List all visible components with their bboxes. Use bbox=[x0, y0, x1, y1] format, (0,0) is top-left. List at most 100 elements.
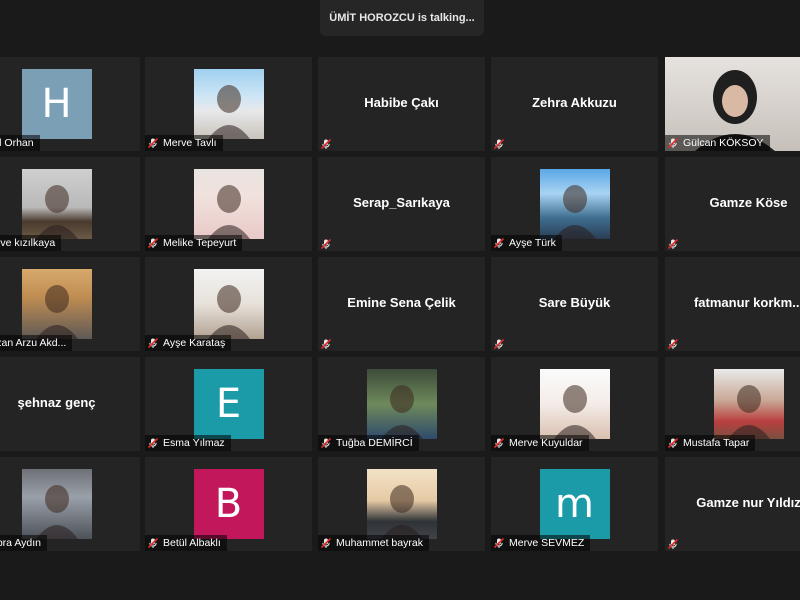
participant-name-bar: Gülcan KÖKSOY bbox=[665, 135, 770, 151]
mic-muted-icon bbox=[147, 137, 159, 149]
profile-photo bbox=[21, 269, 92, 339]
mic-muted-icon bbox=[493, 137, 505, 150]
participant-tile[interactable]: fatmanur korkm... bbox=[665, 257, 800, 351]
participant-tile[interactable]: şehnaz genç bbox=[0, 357, 140, 451]
participant-tile[interactable]: Muhammet bayrak bbox=[318, 457, 485, 551]
speaker-banner: ÜMİT HOROZCU is talking... bbox=[320, 0, 484, 36]
profile-photo bbox=[193, 269, 264, 339]
mic-muted-icon bbox=[493, 437, 505, 449]
mic-muted-icon bbox=[320, 537, 332, 549]
participant-tile[interactable]: Merve Kuyuldar bbox=[491, 357, 658, 451]
participant-tile[interactable]: Habibe Çakı bbox=[318, 57, 485, 151]
participant-tile[interactable]: Emine Sena Çelik bbox=[318, 257, 485, 351]
participant-name: Gamze nur Yıldız bbox=[696, 495, 800, 510]
participant-tile[interactable]: übra Aydın bbox=[0, 457, 140, 551]
participant-name: Sare Büyük bbox=[538, 295, 611, 310]
profile-photo bbox=[539, 369, 610, 439]
participant-name: Betül Albaklı bbox=[163, 537, 221, 549]
participant-name-bar: erve kızılkaya bbox=[0, 235, 62, 251]
participant-name-bar: übra Aydın bbox=[0, 535, 48, 551]
participant-tile[interactable]: Sare Büyük bbox=[491, 257, 658, 351]
participant-tile[interactable]: Gamze Köse bbox=[665, 157, 800, 251]
participant-tile[interactable]: Gülcan KÖKSOY bbox=[665, 57, 800, 151]
mic-muted-icon bbox=[147, 537, 159, 549]
participant-name: übra Aydın bbox=[0, 537, 42, 549]
profile-photo bbox=[366, 469, 437, 539]
participant-name: yzan Arzu Akd... bbox=[0, 337, 67, 349]
participant-tile[interactable]: E Esma Yılmaz bbox=[145, 357, 312, 451]
mic-muted-icon bbox=[667, 437, 679, 449]
profile-photo bbox=[193, 169, 264, 239]
avatar-letter: m bbox=[539, 469, 610, 539]
participant-tile[interactable]: Zehra Akkuzu bbox=[491, 57, 658, 151]
participant-name-bar: Esma Yılmaz bbox=[145, 435, 231, 451]
avatar-letter: B bbox=[193, 469, 264, 539]
participant-name-bar: yzan Arzu Akd... bbox=[0, 335, 73, 351]
participant-tile[interactable]: B Betül Albaklı bbox=[145, 457, 312, 551]
mic-muted-icon bbox=[320, 337, 332, 350]
participant-name: Zehra Akkuzu bbox=[532, 95, 617, 110]
mic-muted-icon bbox=[320, 437, 332, 449]
participant-tile[interactable]: erve kızılkaya bbox=[0, 157, 140, 251]
participant-name-bar: Ayşe Türk bbox=[491, 235, 562, 251]
participant-tile[interactable]: Ayşe Karataş bbox=[145, 257, 312, 351]
mic-muted-icon bbox=[147, 337, 159, 349]
avatar-letter: H bbox=[21, 69, 92, 139]
participant-name: Serap_Sarıkaya bbox=[353, 195, 450, 210]
participant-name-bar: Tuğba DEMİRCİ bbox=[318, 435, 419, 451]
participant-name-bar: Mustafa Tapar bbox=[665, 435, 756, 451]
participant-name: Tuğba DEMİRCİ bbox=[336, 437, 413, 449]
participant-tile[interactable]: Hlal Orhan bbox=[0, 57, 140, 151]
participant-name-bar: Ayşe Karataş bbox=[145, 335, 232, 351]
participant-name-bar: lal Orhan bbox=[0, 135, 40, 151]
profile-photo bbox=[366, 369, 437, 439]
mic-muted-icon bbox=[493, 537, 505, 549]
mic-muted-icon bbox=[667, 237, 679, 250]
participant-name: Ayşe Türk bbox=[509, 237, 556, 249]
mic-muted-icon bbox=[667, 537, 679, 550]
participant-name: Gamze Köse bbox=[709, 195, 788, 210]
participant-name-bar: Merve SEVMEZ bbox=[491, 535, 591, 551]
participant-name-bar: Muhammet bayrak bbox=[318, 535, 429, 551]
mic-muted-icon bbox=[320, 237, 332, 250]
participant-name-bar: Merve Kuyuldar bbox=[491, 435, 589, 451]
participant-name: lal Orhan bbox=[0, 137, 34, 149]
profile-photo bbox=[539, 169, 610, 239]
participant-name: Mustafa Tapar bbox=[683, 437, 750, 449]
mic-muted-icon bbox=[667, 337, 679, 350]
participant-tile[interactable]: Gamze nur Yıldız bbox=[665, 457, 800, 551]
participant-tile[interactable]: m Merve SEVMEZ bbox=[491, 457, 658, 551]
participant-name: Ayşe Karataş bbox=[163, 337, 226, 349]
participant-name: erve kızılkaya bbox=[0, 237, 56, 249]
participant-name: Habibe Çakı bbox=[364, 95, 439, 110]
participant-name: Melike Tepeyurt bbox=[163, 237, 237, 249]
participant-name: Merve SEVMEZ bbox=[509, 537, 585, 549]
profile-photo bbox=[193, 69, 264, 139]
mic-muted-icon bbox=[493, 337, 505, 350]
mic-muted-icon bbox=[667, 137, 679, 149]
participant-name: Merve Tavlı bbox=[163, 137, 217, 149]
participant-name-bar: Betül Albaklı bbox=[145, 535, 227, 551]
mic-muted-icon bbox=[493, 237, 505, 249]
avatar-letter: E bbox=[193, 369, 264, 439]
mic-muted-icon bbox=[147, 437, 159, 449]
mic-muted-icon bbox=[320, 137, 332, 150]
participant-name: Merve Kuyuldar bbox=[509, 437, 583, 449]
participant-name-bar: Merve Tavlı bbox=[145, 135, 223, 151]
profile-photo bbox=[21, 169, 92, 239]
participant-tile[interactable]: yzan Arzu Akd... bbox=[0, 257, 140, 351]
participant-tile[interactable]: Mustafa Tapar bbox=[665, 357, 800, 451]
participant-tile[interactable]: Tuğba DEMİRCİ bbox=[318, 357, 485, 451]
participant-name: Gülcan KÖKSOY bbox=[683, 137, 764, 149]
participant-tile[interactable]: Merve Tavlı bbox=[145, 57, 312, 151]
participant-name: Esma Yılmaz bbox=[163, 437, 225, 449]
participant-name-bar: Melike Tepeyurt bbox=[145, 235, 243, 251]
participant-name: Muhammet bayrak bbox=[336, 537, 423, 549]
participant-name: Emine Sena Çelik bbox=[347, 295, 456, 310]
profile-photo bbox=[21, 469, 92, 539]
participant-tile[interactable]: Ayşe Türk bbox=[491, 157, 658, 251]
participant-name: fatmanur korkm... bbox=[693, 295, 800, 310]
participant-tile[interactable]: Serap_Sarıkaya bbox=[318, 157, 485, 251]
participant-name: şehnaz genç bbox=[17, 395, 96, 410]
participant-tile[interactable]: Melike Tepeyurt bbox=[145, 157, 312, 251]
